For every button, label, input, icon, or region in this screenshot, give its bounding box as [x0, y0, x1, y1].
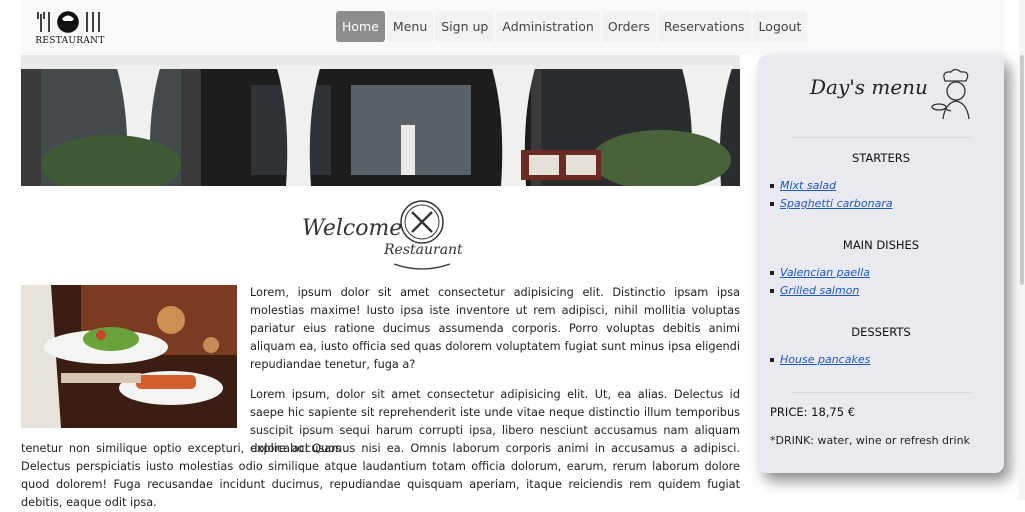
drink-note: *DRINK: water, wine or refresh drink — [770, 434, 970, 447]
day-menu-title: Day's menu — [810, 75, 928, 99]
nav-logout[interactable]: Logout — [752, 11, 808, 42]
bullet — [770, 270, 774, 275]
bullet — [770, 357, 774, 362]
main-nav: Home Menu Sign up Administration Orders … — [336, 11, 808, 42]
dish-item: Grilled salmon — [770, 284, 859, 297]
desserts-heading: DESSERTS — [851, 325, 911, 339]
bullet — [770, 183, 774, 188]
nav-sign-up[interactable]: Sign up — [435, 11, 495, 42]
dish-item: Valencian paella — [770, 266, 870, 279]
nav-administration[interactable]: Administration — [496, 11, 600, 42]
bullet — [770, 201, 774, 206]
chef-icon — [931, 67, 979, 123]
dish-link-grilled-salmon[interactable]: Grilled salmon — [780, 284, 859, 297]
dish-item: Mixt salad — [770, 179, 836, 192]
dish-link-spaghetti-carbonara[interactable]: Spaghetti carbonara — [780, 197, 893, 210]
bullet — [770, 288, 774, 293]
title-divider — [791, 137, 971, 138]
menu-price: PRICE: 18,75 € — [770, 405, 856, 419]
nav-orders[interactable]: Orders — [601, 11, 656, 42]
dish-item: Spaghetti carbonara — [770, 197, 893, 210]
top-navbar: RESTAURANT Home Menu Sign up Administrat… — [21, 0, 1004, 55]
price-divider — [791, 392, 971, 393]
waiter-dishes-image — [21, 285, 237, 428]
dish-link-house-pancakes[interactable]: House pancakes — [780, 353, 870, 366]
badge-text: Restaurant — [384, 242, 463, 258]
main-dishes-heading: MAIN DISHES — [842, 238, 920, 252]
starters-heading: STARTERS — [851, 151, 911, 165]
day-menu-card: Day's menu STARTERS Mixt salad Spaghetti… — [758, 55, 1004, 473]
nav-menu[interactable]: Menu — [386, 11, 434, 42]
intro-paragraph-2-end: tenetur non similique optio excepturi, d… — [21, 442, 740, 509]
intro-paragraph-1: Lorem, ipsum dolor sit amet consectetur … — [250, 286, 740, 371]
nav-home[interactable]: Home — [336, 11, 385, 42]
nav-reservations[interactable]: Reservations — [657, 11, 751, 42]
welcome-banner: Welcome Restaurant — [302, 198, 463, 272]
dish-link-mixt-salad[interactable]: Mixt salad — [780, 179, 836, 192]
cutlery-logo-icon — [37, 11, 100, 33]
restaurant-badge-icon: Restaurant — [384, 198, 463, 272]
restaurant-logo[interactable]: RESTAURANT — [35, 8, 105, 48]
logo-text: RESTAURANT — [35, 36, 105, 46]
dish-link-valencian-paella[interactable]: Valencian paella — [780, 266, 870, 279]
dish-item: House pancakes — [770, 353, 870, 366]
page-scrollbar-thumb[interactable] — [1020, 55, 1024, 285]
restaurant-hero-image — [21, 55, 740, 186]
